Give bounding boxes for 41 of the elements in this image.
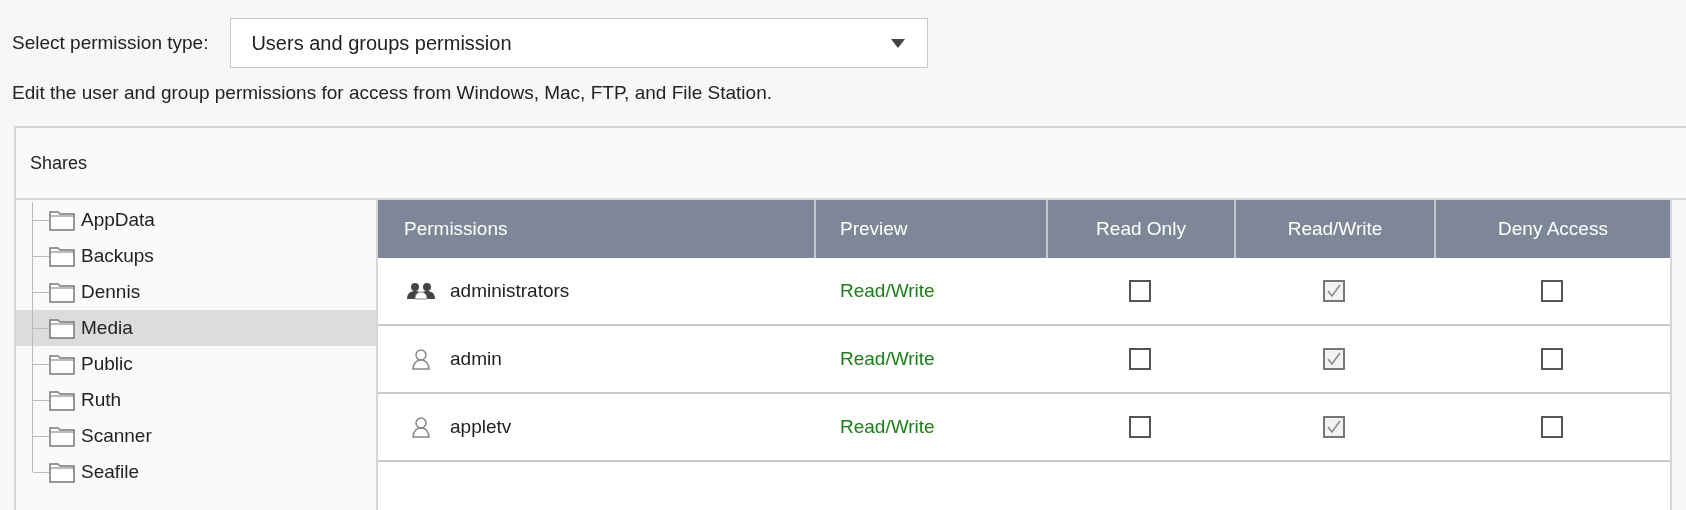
folder-icon	[49, 281, 75, 303]
folder-icon	[49, 461, 75, 483]
folder-icon	[49, 389, 75, 411]
checkbox[interactable]	[1323, 416, 1345, 438]
folder-icon	[49, 353, 75, 375]
checkbox[interactable]	[1129, 348, 1151, 370]
user-group-icon	[406, 282, 436, 300]
field-label: Select permission type:	[12, 32, 209, 54]
column-header[interactable]: Permissions	[378, 200, 814, 258]
folder-icon	[49, 245, 75, 267]
account-name: administrators	[450, 280, 570, 302]
share-tree-item[interactable]: AppData	[16, 202, 376, 238]
checkbox[interactable]	[1129, 416, 1151, 438]
account-name: appletv	[450, 416, 512, 438]
description-text: Edit the user and group permissions for access from Windows, Mac, FTP, and File Station.	[11, 81, 773, 104]
column-header[interactable]: Read/Write	[1234, 200, 1434, 258]
checkbox[interactable]	[1323, 348, 1345, 370]
share-tree-item[interactable]: Dennis	[16, 274, 376, 310]
column-header[interactable]: Deny Access	[1434, 200, 1670, 258]
share-tree-item[interactable]: Public	[16, 346, 376, 382]
checkbox[interactable]	[1323, 280, 1345, 302]
share-tree-item[interactable]: Seafile	[16, 454, 376, 490]
checkbox[interactable]	[1129, 280, 1151, 302]
folder-icon	[49, 425, 75, 447]
folder-icon	[49, 317, 75, 339]
permission-type-dropdown[interactable]: Users and groups permission	[230, 18, 929, 68]
checkbox[interactable]	[1541, 280, 1563, 302]
account-name: admin	[450, 348, 502, 370]
dropdown-arrow-icon	[891, 38, 906, 48]
preview-text: Read/Write	[840, 348, 935, 370]
column-header[interactable]: Preview	[814, 200, 1046, 258]
share-tree-item[interactable]: Media	[16, 310, 376, 346]
share-tree-item[interactable]: Backups	[16, 238, 376, 274]
share-tree-item[interactable]: Scanner	[16, 418, 376, 454]
preview-text: Read/Write	[840, 280, 935, 302]
preview-text: Read/Write	[840, 416, 935, 438]
checkbox[interactable]	[1541, 348, 1563, 370]
share-tree-item[interactable]: Ruth	[16, 382, 376, 418]
column-header[interactable]: Read Only	[1046, 200, 1234, 258]
folder-icon	[49, 209, 75, 231]
checkbox[interactable]	[1541, 416, 1563, 438]
